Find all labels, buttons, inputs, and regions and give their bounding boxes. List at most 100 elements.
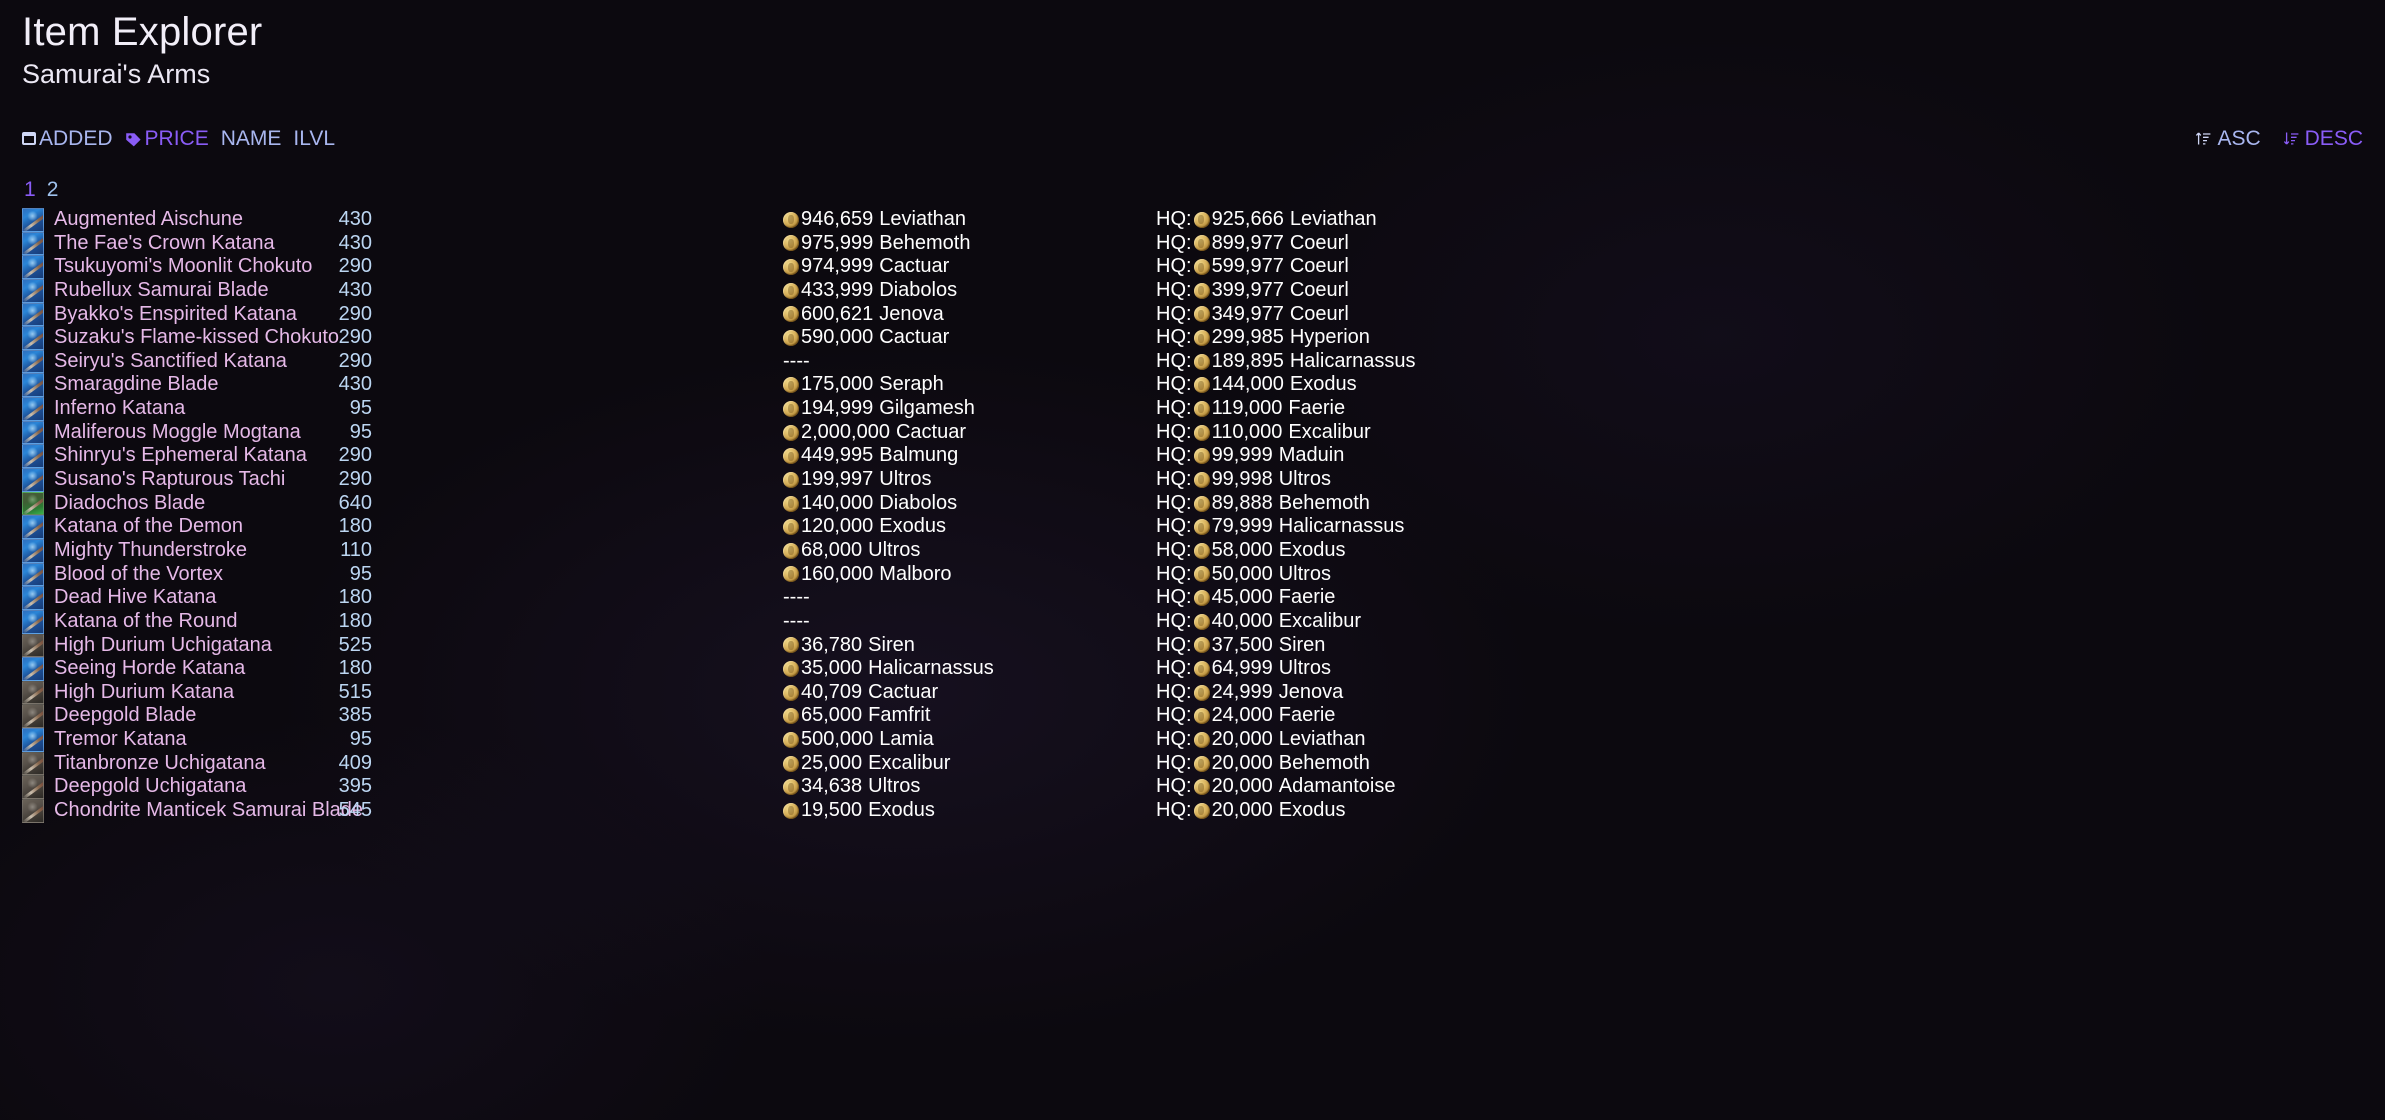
nq-price-value: 120,000: [801, 515, 874, 538]
item-name-link[interactable]: Susano's Rapturous Tachi: [54, 468, 285, 492]
weapon-thumbnail-icon: [22, 751, 44, 776]
item-name-link[interactable]: Maliferous Moggle Mogtana: [54, 421, 301, 445]
item-name-link[interactable]: Katana of the Demon: [54, 515, 243, 539]
table-row[interactable]: Inferno Katana 95 194,999 Gilgamesh HQ: 119,0…: [0, 397, 2385, 421]
nq-price-server: Siren: [868, 633, 915, 656]
hq-label: HQ:: [1156, 609, 1192, 632]
table-row[interactable]: Tremor Katana 95 500,000 Lamia HQ: 20,000 Levi…: [0, 728, 2385, 752]
item-list[interactable]: Augmented Aischune 430 946,659 Leviathan HQ:…: [0, 208, 2385, 1120]
sort-by-name-button[interactable]: NAME: [221, 128, 282, 149]
sort-ascending-button[interactable]: ASC: [2195, 128, 2261, 149]
page-link-1[interactable]: 1: [24, 178, 36, 202]
table-row[interactable]: Byakko's Enspirited Katana 290 600,621 Jeno…: [0, 302, 2385, 327]
item-icon: [22, 349, 46, 374]
weapon-thumbnail-icon: [22, 586, 44, 610]
item-name-link[interactable]: High Durium Katana: [54, 681, 234, 705]
item-name-link[interactable]: Blood of the Vortex: [54, 563, 223, 587]
page-link-2[interactable]: 2: [47, 178, 59, 202]
item-name-link[interactable]: High Durium Uchigatana: [54, 634, 272, 658]
item-name-link[interactable]: Inferno Katana: [54, 397, 185, 421]
table-row[interactable]: Susano's Rapturous Tachi 290 199,997 Ultros…: [0, 468, 2385, 492]
nq-price-value: 590,000: [801, 326, 874, 349]
sort-by-name-label: NAME: [220, 127, 282, 150]
item-name-link[interactable]: Katana of the Round: [54, 610, 237, 634]
hq-price-cell: HQ: 20,000 Adamantoise: [1156, 775, 1395, 799]
hq-price-value: 58,000: [1211, 538, 1273, 561]
hq-price-cell: HQ: 144,000 Exodus: [1156, 373, 1357, 397]
nq-price-cell: 974,999 Cactuar: [783, 255, 949, 279]
sort-by-price-button[interactable]: PRICE: [125, 128, 209, 149]
item-name-link[interactable]: Seeing Horde Katana: [54, 657, 245, 681]
hq-price-server: Ultros: [1278, 468, 1331, 491]
table-row[interactable]: Katana of the Round 180 ---- HQ: 40,000 Excal…: [0, 609, 2385, 634]
gil-coin-icon: [783, 755, 799, 772]
table-row[interactable]: Augmented Aischune 430 946,659 Leviathan HQ:…: [0, 208, 2385, 232]
gil-coin-icon: [1193, 330, 1210, 347]
item-name-link[interactable]: Augmented Aischune: [54, 208, 243, 232]
table-row[interactable]: Suzaku's Flame-kissed Chokuto 290 590,000 C…: [0, 326, 2385, 350]
item-name-link[interactable]: Rubellux Samurai Blade: [54, 279, 269, 303]
item-explorer-page: Item Explorer Samurai's Arms ADDED PRICE…: [0, 0, 2385, 1120]
nq-price-cell: 120,000 Exodus: [783, 515, 946, 539]
item-name-link[interactable]: Mighty Thunderstroke: [54, 539, 247, 563]
item-icon: [22, 468, 46, 492]
table-row[interactable]: Maliferous Moggle Mogtana 95 2,000,000 Cact…: [0, 420, 2385, 445]
weapon-thumbnail-icon: [22, 799, 44, 823]
table-row[interactable]: High Durium Katana 515 40,709 Cactuar HQ: 24,…: [0, 680, 2385, 705]
sort-descending-button[interactable]: DESC: [2283, 128, 2363, 149]
table-row[interactable]: Titanbronze Uchigatana 409 25,000 Excalibur…: [0, 751, 2385, 776]
item-name-link[interactable]: Shinryu's Ephemeral Katana: [54, 444, 307, 468]
table-row[interactable]: Tsukuyomi's Moonlit Chokuto 290 974,999 Cac…: [0, 255, 2385, 279]
nq-price-server: Seraph: [879, 373, 944, 396]
item-name-link[interactable]: Tsukuyomi's Moonlit Chokuto: [54, 255, 312, 279]
item-ilvl: 515: [338, 680, 372, 703]
page-subtitle: Samurai's Arms: [22, 59, 211, 89]
hq-price-cell: HQ: 99,998 Ultros: [1156, 468, 1331, 492]
table-row[interactable]: The Fae's Crown Katana 430 975,999 Behemoth…: [0, 231, 2385, 256]
table-row[interactable]: Chondrite Manticek Samurai Blade 545 19,50…: [0, 799, 2385, 823]
hq-label: HQ:: [1156, 775, 1192, 798]
hq-price-cell: HQ: 37,500 Siren: [1156, 634, 1325, 658]
table-row[interactable]: Mighty Thunderstroke 110 68,000 Ultros HQ: 58…: [0, 538, 2385, 563]
hq-price-server: Coeurl: [1289, 231, 1349, 254]
item-name-link[interactable]: Smaragdine Blade: [54, 373, 219, 397]
hq-price-server: Behemoth: [1278, 751, 1370, 774]
item-name-link[interactable]: Deepgold Uchigatana: [54, 775, 246, 799]
table-row[interactable]: Katana of the Demon 180 120,000 Exodus HQ: 79…: [0, 515, 2385, 539]
item-ilvl: 180: [338, 586, 372, 609]
nq-price-cell: 449,995 Balmung: [783, 444, 958, 468]
item-name-link[interactable]: Byakko's Enspirited Katana: [54, 303, 297, 327]
table-row[interactable]: High Durium Uchigatana 525 36,780 Siren HQ: 3…: [0, 633, 2385, 658]
hq-price-value: 899,977: [1211, 231, 1284, 254]
table-row[interactable]: Rubellux Samurai Blade 430 433,999 Diabolos…: [0, 278, 2385, 303]
nq-price-value: 449,995: [801, 444, 874, 467]
item-name-link[interactable]: Titanbronze Uchigatana: [54, 752, 266, 776]
calendar-icon: [22, 132, 36, 145]
hq-price-cell: HQ: 119,000 Faerie: [1156, 397, 1345, 421]
item-name-link[interactable]: The Fae's Crown Katana: [54, 232, 275, 256]
table-row[interactable]: Seiryu's Sanctified Katana 290 ---- HQ: 189,…: [0, 349, 2385, 374]
nq-price-server: Famfrit: [868, 704, 931, 727]
item-name-link[interactable]: Tremor Katana: [54, 728, 187, 752]
sort-by-ilvl-button[interactable]: ILVL: [293, 128, 335, 149]
table-row[interactable]: Seeing Horde Katana 180 35,000 Halicarnassu…: [0, 657, 2385, 681]
table-row[interactable]: Smaragdine Blade 430 175,000 Seraph HQ: 144,0…: [0, 373, 2385, 398]
sort-by-ilvl-label: ILVL: [293, 127, 336, 150]
nq-price-value: 68,000: [801, 538, 863, 561]
item-name-link[interactable]: Suzaku's Flame-kissed Chokuto: [54, 326, 339, 350]
item-name-link[interactable]: Dead Hive Katana: [54, 586, 216, 610]
table-row[interactable]: Deepgold Uchigatana 395 34,638 Ultros HQ: 20,…: [0, 775, 2385, 800]
item-name-link[interactable]: Seiryu's Sanctified Katana: [54, 350, 287, 374]
table-row[interactable]: Shinryu's Ephemeral Katana 290 449,995 Balm…: [0, 444, 2385, 469]
table-row[interactable]: Dead Hive Katana 180 ---- HQ: 45,000 Faerie: [0, 586, 2385, 610]
weapon-thumbnail-icon: [22, 302, 44, 327]
item-name-link[interactable]: Deepgold Blade: [54, 704, 196, 728]
item-name-link[interactable]: Diadochos Blade: [54, 492, 205, 516]
table-row[interactable]: Diadochos Blade 640 140,000 Diabolos HQ: 89,8…: [0, 491, 2385, 516]
sort-by-added-button[interactable]: ADDED: [22, 128, 113, 149]
table-row[interactable]: Blood of the Vortex 95 160,000 Malboro HQ: 50…: [0, 562, 2385, 587]
item-ilvl: 290: [338, 444, 372, 467]
item-ilvl: 180: [338, 515, 372, 538]
nq-price-server: Ultros: [868, 775, 921, 798]
table-row[interactable]: Deepgold Blade 385 65,000 Famfrit HQ: 24,000 F…: [0, 704, 2385, 729]
